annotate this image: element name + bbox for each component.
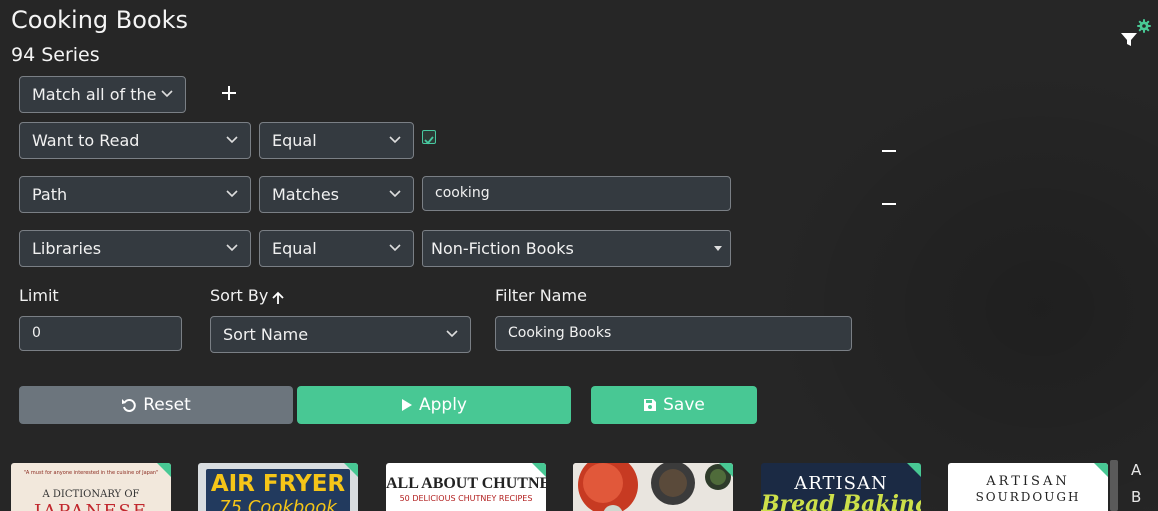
series-count: 94 Series [11,44,100,66]
series-card[interactable]: "A must for anyone interested in the cui… [11,463,171,511]
series-card[interactable] [573,463,733,511]
filter-comparison-value: Matches [272,185,339,204]
save-button[interactable]: Save [591,386,757,424]
want-to-read-badge [532,463,546,477]
filter-comparison-select[interactable]: Matches [259,176,414,213]
undo-icon [122,399,137,412]
cover-tagline: "A must for anyone interested in the cui… [23,470,159,476]
cover-title: SOURDOUGH [975,490,1081,504]
chevron-down-icon [226,136,238,144]
filter-comparison-value: Equal [272,239,317,258]
scrollbar[interactable] [1110,460,1118,511]
sort-by-label: Sort By [210,286,269,305]
cover-title: ALL ABOUT CHUTNEY [386,475,546,492]
path-value-input[interactable]: cooking [422,176,731,211]
reset-label: Reset [143,395,191,415]
save-label: Save [663,395,705,415]
chevron-down-icon [389,190,401,198]
filter-field-value: Libraries [32,239,102,258]
filter-field-value: Want to Read [32,131,140,150]
series-card[interactable]: ARTISAN SOURDOUGH [948,463,1108,511]
jump-letter-b[interactable]: B [1131,488,1141,506]
want-to-read-badge [1094,463,1108,477]
chevron-down-icon [389,136,401,144]
chevron-down-icon [226,244,238,252]
series-card[interactable]: ARTISAN Bread Baking [761,463,921,511]
remove-filter-button[interactable] [881,191,897,205]
limit-label: Limit [19,286,59,305]
sort-direction-toggle[interactable] [271,290,285,304]
sort-select[interactable]: Sort Name [210,316,471,353]
apply-button[interactable]: Apply [297,386,571,424]
filter-field-select[interactable]: Want to Read [19,122,251,159]
library-value-select[interactable]: Non-Fiction Books [422,230,731,267]
want-to-read-badge [157,463,171,477]
chevron-down-icon [226,190,238,198]
arrow-up-icon [272,291,284,304]
series-card[interactable]: AIR FRYER 75 Cookbook [198,463,358,511]
cover-title: Bread Baking [761,491,921,511]
play-icon [402,399,412,411]
apply-label: Apply [419,395,467,415]
limit-input[interactable]: 0 [19,316,182,351]
save-icon [644,399,657,411]
filter-comparison-select[interactable]: Equal [259,230,414,267]
reset-button[interactable]: Reset [19,386,293,424]
chevron-down-icon [389,244,401,252]
filter-field-select[interactable]: Libraries [19,230,251,267]
gear-icon [1137,19,1151,33]
add-filter-button[interactable] [219,82,239,104]
filter-comparison-value: Equal [272,131,317,150]
filter-field-select[interactable]: Path [19,176,251,213]
cover-food-photo [573,463,733,511]
filter-icon [1121,19,1151,46]
filter-name-input[interactable]: Cooking Books [495,316,852,351]
filter-settings-button[interactable] [1118,18,1152,50]
sort-value: Sort Name [223,325,309,344]
filter-comparison-select[interactable]: Equal [259,122,414,159]
jump-letter-a[interactable]: A [1131,461,1141,479]
cover-title: A DICTIONARY OF [42,489,140,500]
cover-title: 75 Cookbook [219,497,337,511]
background-silhouette [760,60,1158,511]
filter-name-label: Filter Name [495,286,587,305]
check-icon [424,136,434,145]
cover-title: ARTISAN [986,474,1070,489]
want-to-read-checkbox[interactable] [422,130,436,145]
cover-title: JAPANESE [11,501,171,511]
cover-title: AIR FRYER [210,471,346,497]
want-to-read-badge [344,463,358,477]
page-title: Cooking Books [11,6,188,34]
combinator-select[interactable]: Match all of the [19,76,186,113]
minus-icon [882,203,896,205]
want-to-read-badge [719,463,733,477]
combinator-value: Match all of the [32,85,157,104]
chevron-down-icon [161,90,173,98]
plus-icon [222,86,236,100]
remove-filter-button[interactable] [881,138,897,152]
want-to-read-badge [907,463,921,477]
minus-icon [882,150,896,152]
library-value: Non-Fiction Books [431,239,574,258]
cover-subtitle: 50 DELICIOUS CHUTNEY RECIPES [399,494,533,503]
chevron-down-icon [446,330,458,338]
caret-down-icon [714,246,722,251]
filter-field-value: Path [32,185,68,204]
series-card[interactable]: ALL ABOUT CHUTNEY 50 DELICIOUS CHUTNEY R… [386,463,546,511]
